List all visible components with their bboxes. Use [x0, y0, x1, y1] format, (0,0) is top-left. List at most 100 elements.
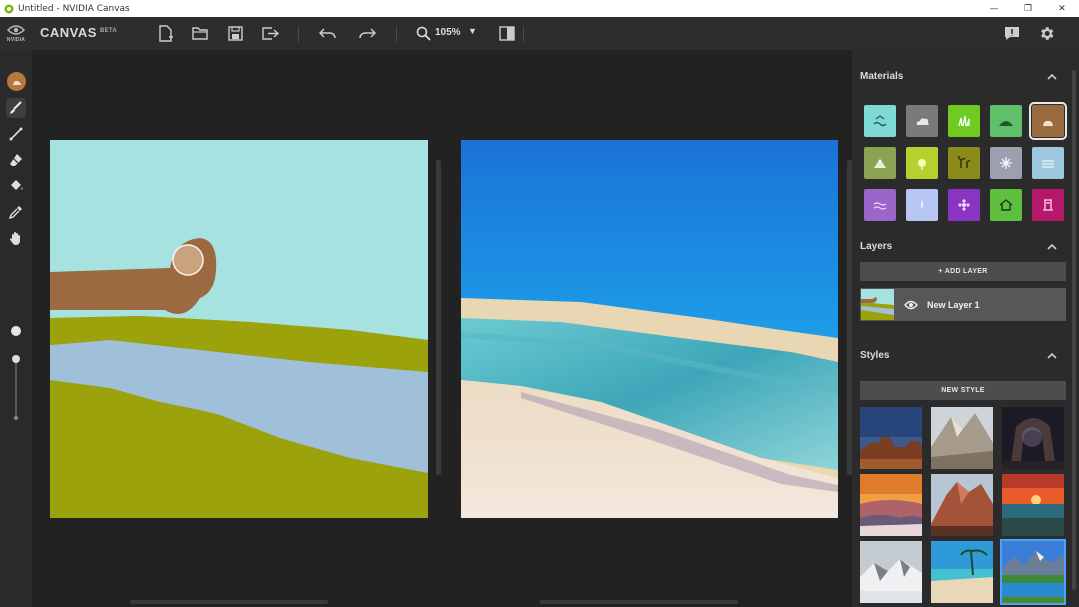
- material-mountain-swatch[interactable]: [864, 147, 896, 179]
- brush-icon[interactable]: [6, 98, 26, 118]
- brush-size-slider[interactable]: [15, 362, 17, 418]
- style-thumb-snowy-ridge[interactable]: [860, 541, 922, 603]
- new-style-button[interactable]: NEW STYLE: [860, 381, 1066, 400]
- cloud-icon: [916, 118, 929, 125]
- open-folder-icon[interactable]: [190, 23, 210, 43]
- water-icon: [873, 202, 887, 210]
- snow-icon: [1000, 157, 1012, 169]
- style-thumb-night-arch[interactable]: [1002, 407, 1064, 469]
- app-brand: CANVAS BETA: [40, 25, 117, 40]
- redo-icon[interactable]: [357, 23, 377, 43]
- line-icon[interactable]: [6, 124, 26, 144]
- fill-bucket-icon[interactable]: [6, 176, 26, 196]
- zoom-icon[interactable]: [413, 23, 433, 43]
- pan-hand-icon[interactable]: [6, 228, 26, 248]
- materials-collapse-icon[interactable]: [1046, 72, 1058, 82]
- flower-icon: [958, 199, 970, 211]
- brush-size-preview: [11, 326, 21, 336]
- dirt-icon: [1043, 120, 1053, 126]
- style-thumb-desert-mesa-dusk[interactable]: [860, 407, 922, 469]
- toolbar-separator: [396, 26, 397, 42]
- style-thumb-red-rock-mountain[interactable]: [931, 474, 993, 536]
- undo-icon[interactable]: [317, 23, 337, 43]
- panel-scrollbar[interactable]: [1072, 70, 1076, 590]
- material-sky-swatch[interactable]: [906, 189, 938, 221]
- material-water-swatch[interactable]: [864, 189, 896, 221]
- app-icon: [4, 4, 14, 13]
- toolbar-separator: [523, 26, 524, 42]
- material-cloud-swatch[interactable]: [906, 105, 938, 137]
- close-button[interactable]: ✕: [1045, 0, 1079, 17]
- mountain-icon: [874, 159, 886, 168]
- zoom-dropdown-caret[interactable]: ▼: [468, 26, 477, 36]
- notes-icon[interactable]: [1002, 23, 1022, 43]
- beta-badge: BETA: [99, 27, 118, 34]
- sky-icon: [921, 200, 923, 209]
- styles-title: Styles: [860, 350, 890, 361]
- style-thumb-alpine-lake[interactable]: [1000, 539, 1066, 605]
- export-icon[interactable]: [260, 23, 280, 43]
- material-hill-swatch[interactable]: [990, 105, 1022, 137]
- style-thumb-ocean-sunset[interactable]: [1002, 474, 1064, 536]
- material-fog-swatch[interactable]: [1032, 147, 1064, 179]
- layers-collapse-icon[interactable]: [1046, 242, 1058, 252]
- material-picker-icon[interactable]: [7, 72, 26, 91]
- fog-icon: [1042, 160, 1054, 168]
- material-dirt-swatch[interactable]: [1029, 102, 1067, 140]
- canvas-workspace: [32, 50, 852, 607]
- hill-icon: [999, 121, 1013, 126]
- tree-icon: [958, 155, 971, 168]
- save-icon[interactable]: [225, 23, 245, 43]
- window-title: Untitled - NVIDIA Canvas: [18, 3, 130, 14]
- minimize-button[interactable]: —: [977, 0, 1011, 17]
- materials-title: Materials: [860, 71, 904, 82]
- layer-item[interactable]: New Layer 1: [860, 288, 1066, 321]
- nvidia-canvas-window: Untitled - NVIDIA Canvas — ❐ ✕ NVIDIA CA…: [0, 0, 1079, 607]
- window-titlebar: Untitled - NVIDIA Canvas — ❐ ✕: [0, 0, 1079, 17]
- material-sea-swatch[interactable]: [864, 105, 896, 137]
- zoom-level[interactable]: 105%: [435, 27, 461, 38]
- app-name: CANVAS: [40, 25, 97, 40]
- new-file-icon[interactable]: [156, 23, 176, 43]
- brush-size-slider-handle[interactable]: [12, 355, 20, 363]
- toolbar-separator: [298, 26, 299, 42]
- eraser-icon[interactable]: [6, 150, 26, 170]
- material-flower-swatch[interactable]: [948, 189, 980, 221]
- canvas-scrollbar-vertical[interactable]: [436, 160, 441, 475]
- material-rock-swatch[interactable]: [1032, 189, 1064, 221]
- tool-rail: [0, 50, 32, 607]
- layer-thumbnail: [861, 289, 894, 320]
- layers-title: Layers: [860, 241, 893, 252]
- styles-collapse-icon[interactable]: [1046, 351, 1058, 361]
- canvas-scrollbar-horizontal[interactable]: [130, 600, 328, 604]
- compare-view-icon[interactable]: [497, 23, 517, 43]
- material-grass-swatch[interactable]: [948, 105, 980, 137]
- material-snow-swatch[interactable]: [990, 147, 1022, 179]
- house-icon: [999, 199, 1013, 211]
- layer-name[interactable]: New Layer 1: [927, 300, 980, 310]
- nvidia-logo-text: NVIDIA: [6, 37, 26, 43]
- right-panel: Materials Layers + ADD LAYER New Layer 1…: [852, 50, 1079, 607]
- nvidia-logo: NVIDIA: [0, 17, 32, 50]
- material-bush-swatch[interactable]: [906, 147, 938, 179]
- eye-icon[interactable]: [904, 299, 918, 311]
- segmentation-canvas[interactable]: [50, 140, 428, 518]
- eyedropper-icon[interactable]: [6, 202, 26, 222]
- rock-icon: [1043, 199, 1053, 211]
- style-thumb-sunset-clouds[interactable]: [860, 474, 922, 536]
- add-layer-button[interactable]: + ADD LAYER: [860, 262, 1066, 281]
- bush-icon: [918, 159, 926, 170]
- material-tree-swatch[interactable]: [948, 147, 980, 179]
- brush-size-slider-end: [14, 416, 18, 420]
- output-scrollbar-horizontal[interactable]: [540, 600, 738, 604]
- nvidia-eye-icon: [7, 25, 25, 35]
- grass-icon: [958, 115, 970, 127]
- generated-output-image: [461, 140, 838, 518]
- style-thumb-rocky-peak[interactable]: [931, 407, 993, 469]
- maximize-button[interactable]: ❐: [1011, 0, 1045, 17]
- main-toolbar: NVIDIA CANVAS BETA 105% ▼: [0, 17, 1079, 50]
- material-house-swatch[interactable]: [990, 189, 1022, 221]
- style-thumb-tropical-beach[interactable]: [931, 541, 993, 603]
- gear-icon[interactable]: [1036, 23, 1056, 43]
- sea-icon: [873, 115, 887, 127]
